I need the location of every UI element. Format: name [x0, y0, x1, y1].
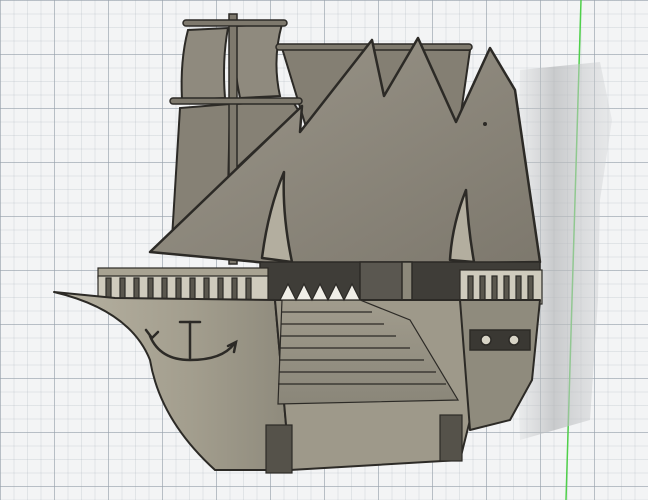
left-railing: [97, 267, 269, 301]
ship-model-canvas[interactable]: [0, 0, 648, 500]
porthole-panel: [469, 329, 531, 351]
right-railing: [459, 269, 543, 305]
modeling-viewport[interactable]: [0, 0, 648, 500]
